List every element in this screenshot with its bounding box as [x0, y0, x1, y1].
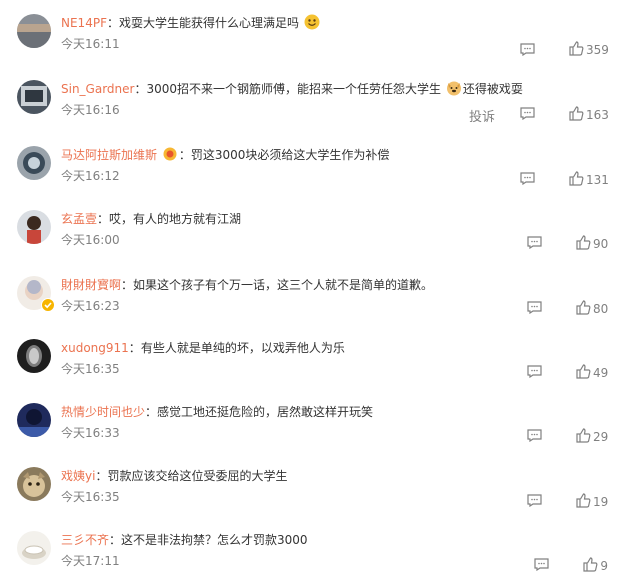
- report-button[interactable]: 投诉: [469, 106, 496, 125]
- username-link[interactable]: 戏姨yi: [61, 469, 95, 483]
- comment-text: 罚这3000块必须给这大学生作为补偿: [190, 148, 390, 162]
- username-link[interactable]: 玄孟壹: [61, 212, 97, 226]
- comment-text: 如果这个孩子有个万一话，这三个人就不是简单的道歉。: [133, 278, 434, 292]
- comment-line: 戏姨yi：罚款应该交给这位受委屈的大学生: [61, 467, 287, 485]
- like-icon[interactable]: [576, 493, 591, 508]
- like-icon[interactable]: [583, 557, 598, 572]
- fan-badge-icon: [163, 147, 177, 161]
- like-count: 80: [593, 302, 609, 316]
- comment-line: NE14PF：戏耍大学生能获得什么心理满足吗: [61, 14, 321, 32]
- avatar[interactable]: [17, 339, 51, 373]
- comment-text: 这不是非法拘禁？怎么才罚款3000: [121, 533, 308, 547]
- avatar[interactable]: [17, 146, 51, 180]
- avatar[interactable]: [17, 14, 51, 48]
- separator: ：: [134, 82, 147, 96]
- reply-icon[interactable]: [527, 301, 542, 314]
- comment-line: 热情少时间也少：感觉工地还挺危险的，居然敢这样开玩笑: [61, 403, 373, 421]
- timestamp: 今天16:12: [61, 169, 120, 183]
- reply-icon[interactable]: [520, 43, 535, 56]
- comment-text: 哎，有人的地方就有江湖: [109, 212, 242, 226]
- like-count: 19: [593, 495, 609, 509]
- avatar[interactable]: [17, 210, 51, 244]
- reply-icon[interactable]: [527, 494, 542, 507]
- comment-line: Sin_Gardner：3000招不来一个钢筋师傅，能招来一个任劳任怨大学生 还…: [61, 80, 523, 98]
- comment-line: 三彡不齐：这不是非法拘禁？怎么才罚款3000: [61, 531, 308, 549]
- separator: ：: [106, 16, 119, 30]
- reply-icon[interactable]: [527, 236, 542, 249]
- like-icon[interactable]: [576, 235, 591, 250]
- username-link[interactable]: 热情少时间也少: [61, 405, 145, 419]
- dog-emoji-icon: [446, 81, 461, 96]
- username-link[interactable]: Sin_Gardner: [61, 82, 134, 96]
- like-count: 49: [593, 366, 609, 380]
- avatar[interactable]: [17, 531, 51, 565]
- comment-text: 戏耍大学生能获得什么心理满足吗: [118, 16, 299, 30]
- avatar[interactable]: [17, 467, 51, 501]
- separator: ：: [95, 469, 108, 483]
- comment-text: 感觉工地还挺危险的，居然敢这样开玩笑: [157, 405, 374, 419]
- reply-icon[interactable]: [534, 558, 549, 571]
- separator: ：: [97, 212, 110, 226]
- reply-icon[interactable]: [520, 107, 535, 120]
- comment-line: 玄孟壹：哎，有人的地方就有江湖: [61, 210, 241, 228]
- timestamp: 今天16:16: [61, 103, 120, 117]
- like-icon[interactable]: [569, 106, 584, 121]
- username-link[interactable]: 三彡不齐: [61, 533, 109, 547]
- like-count: 29: [593, 430, 609, 444]
- timestamp: 今天17:11: [61, 554, 120, 568]
- like-count: 131: [586, 173, 609, 187]
- username-link[interactable]: 马达阿拉斯加维斯: [61, 148, 157, 162]
- like-count: 163: [586, 108, 609, 122]
- reply-icon[interactable]: [527, 365, 542, 378]
- like-count: 90: [593, 237, 609, 251]
- username-link[interactable]: NE14PF: [61, 16, 107, 30]
- comment-line: xudong911：有些人就是单纯的坏，以戏弄他人为乐: [61, 339, 345, 357]
- timestamp: 今天16:33: [61, 426, 120, 440]
- separator: ：: [128, 341, 141, 355]
- verified-badge-icon: [41, 298, 55, 312]
- timestamp: 今天16:11: [61, 37, 120, 51]
- timestamp: 今天16:35: [61, 490, 120, 504]
- like-icon[interactable]: [576, 300, 591, 315]
- like-icon[interactable]: [576, 364, 591, 379]
- separator: ：: [145, 405, 158, 419]
- username-link[interactable]: 財財財寳啊: [61, 278, 121, 292]
- comment-text-tail: 还得被戏耍: [462, 82, 523, 96]
- like-icon[interactable]: [569, 171, 584, 186]
- avatar[interactable]: [17, 80, 51, 114]
- reply-icon[interactable]: [527, 429, 542, 442]
- comment-text: 有些人就是单纯的坏，以戏弄他人为乐: [140, 341, 345, 355]
- comment-text: 罚款应该交给这位受委屈的大学生: [107, 469, 288, 483]
- timestamp: 今天16:35: [61, 362, 120, 376]
- comment-line: 財財財寳啊：如果这个孩子有个万一话，这三个人就不是简单的道歉。: [61, 276, 433, 294]
- separator: ：: [178, 148, 191, 162]
- like-count: 9: [600, 559, 608, 573]
- username-link[interactable]: xudong911: [61, 341, 129, 355]
- timestamp: 今天16:23: [61, 299, 120, 313]
- reply-icon[interactable]: [520, 172, 535, 185]
- comment-line: 马达阿拉斯加维斯 ：罚这3000块必须给这大学生作为补偿: [61, 146, 389, 164]
- smiley-emoji-icon: [304, 14, 320, 30]
- comment-text: 3000招不来一个钢筋师傅，能招来一个任劳任怨大学生: [146, 82, 442, 96]
- separator: ：: [109, 533, 122, 547]
- like-icon[interactable]: [569, 41, 584, 56]
- like-icon[interactable]: [576, 428, 591, 443]
- avatar[interactable]: [17, 403, 51, 437]
- like-count: 359: [586, 43, 609, 57]
- separator: ：: [121, 278, 134, 292]
- timestamp: 今天16:00: [61, 233, 120, 247]
